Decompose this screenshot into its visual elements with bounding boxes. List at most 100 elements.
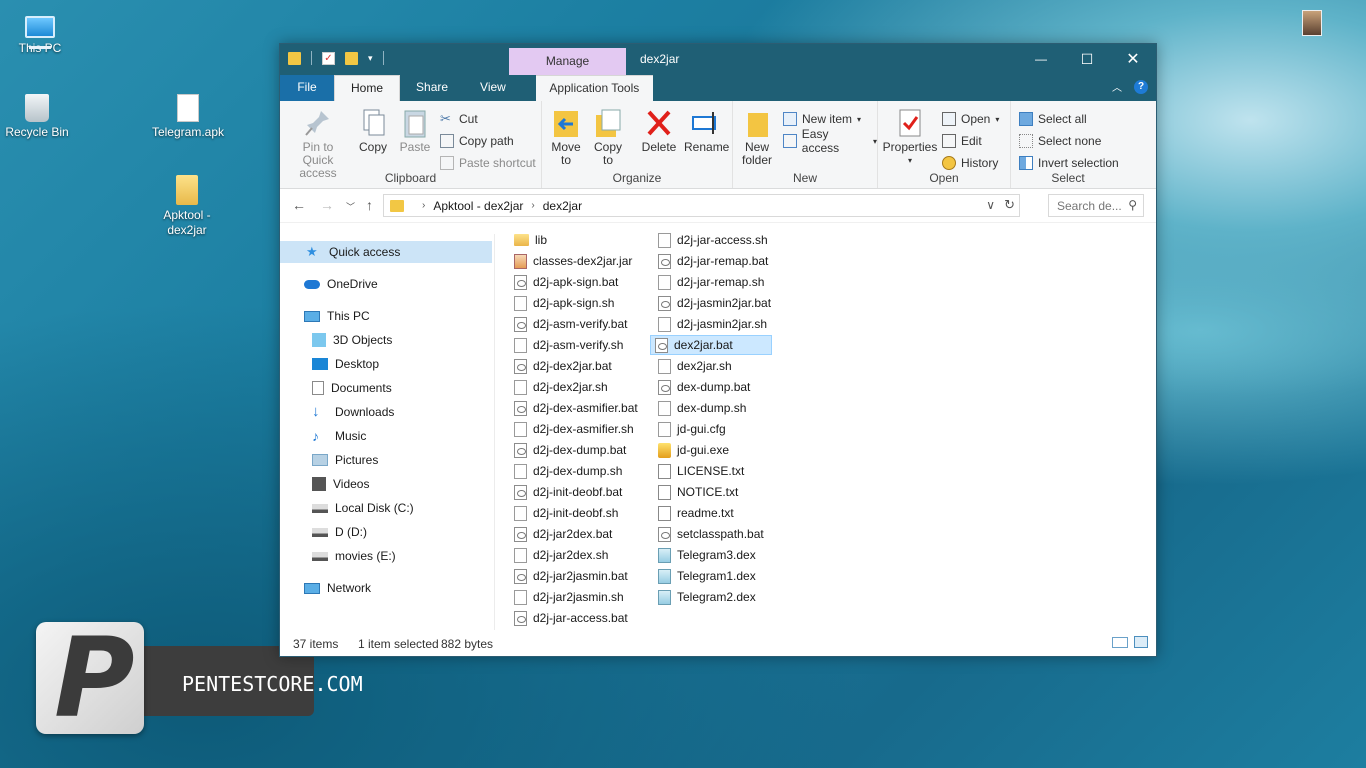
- tab-application-tools[interactable]: Application Tools: [535, 75, 653, 101]
- address-dropdown-icon[interactable]: ∨: [986, 198, 995, 212]
- invert-selection-button[interactable]: Invert selection: [1019, 153, 1119, 173]
- desktop-icon-apktool-folder[interactable]: Apktool - dex2jar: [147, 172, 227, 238]
- file-row[interactable]: Telegram1.dex: [654, 566, 756, 586]
- file-row[interactable]: dex-dump.bat: [654, 377, 750, 397]
- copy-button[interactable]: Copy: [356, 107, 390, 154]
- back-arrow-icon[interactable]: ←: [292, 197, 306, 213]
- new-folder-icon[interactable]: [345, 51, 358, 65]
- close-button[interactable]: ✕: [1110, 44, 1156, 75]
- file-row[interactable]: d2j-apk-sign.sh: [510, 293, 614, 313]
- file-row[interactable]: LICENSE.txt: [654, 461, 744, 481]
- file-row[interactable]: lib: [510, 230, 547, 250]
- forward-arrow-icon[interactable]: →: [320, 197, 334, 213]
- nav-item-videos[interactable]: Videos: [312, 473, 369, 495]
- file-row[interactable]: d2j-asm-verify.bat: [510, 314, 627, 334]
- rename-button[interactable]: Rename: [684, 107, 729, 154]
- cut-button[interactable]: ✂ Cut: [440, 109, 478, 129]
- file-row[interactable]: setclasspath.bat: [654, 524, 764, 544]
- file-row[interactable]: d2j-init-deobf.bat: [510, 482, 622, 502]
- delete-button[interactable]: Delete: [640, 107, 678, 154]
- desktop-icon-recycle-bin[interactable]: Recycle Bin: [0, 90, 77, 139]
- file-row[interactable]: dex2jar.bat: [650, 335, 772, 355]
- desktop-icon-telegram-apk[interactable]: Telegram.apk: [148, 90, 228, 139]
- file-row[interactable]: d2j-dex2jar.sh: [510, 377, 608, 397]
- file-row[interactable]: d2j-dex-dump.bat: [510, 440, 626, 460]
- address-bar[interactable]: › Apktool - dex2jar › dex2jar ∨ ↻: [383, 194, 1020, 217]
- minimize-button[interactable]: —: [1018, 44, 1064, 75]
- file-row[interactable]: d2j-dex-dump.sh: [510, 461, 622, 481]
- file-row[interactable]: d2j-jar2dex.bat: [510, 524, 612, 544]
- nav-item-3d-objects[interactable]: 3D Objects: [312, 329, 392, 351]
- file-row[interactable]: NOTICE.txt: [654, 482, 738, 502]
- nav-item-downloads[interactable]: ↓ Downloads: [312, 401, 394, 423]
- file-row[interactable]: d2j-dex2jar.bat: [510, 356, 612, 376]
- copy-to-button[interactable]: Copy to: [590, 107, 626, 167]
- breadcrumb-dex2jar[interactable]: dex2jar: [543, 199, 582, 213]
- file-row[interactable]: d2j-jasmin2jar.bat: [654, 293, 771, 313]
- nav-item-onedrive[interactable]: OneDrive: [304, 273, 378, 295]
- file-row[interactable]: d2j-jar-access.bat: [510, 608, 628, 628]
- paste-button[interactable]: Paste: [398, 107, 432, 154]
- copy-path-button[interactable]: Copy path: [440, 131, 514, 151]
- history-button[interactable]: History: [942, 153, 998, 173]
- nav-item-movies-e[interactable]: movies (E:): [312, 545, 396, 567]
- file-row[interactable]: d2j-jar2jasmin.sh: [510, 587, 624, 607]
- file-row[interactable]: d2j-dex-asmifier.sh: [510, 419, 634, 439]
- open-button[interactable]: Open ▾: [942, 109, 999, 129]
- folder-icon[interactable]: [288, 51, 301, 65]
- breadcrumb-separator-icon[interactable]: ›: [531, 200, 534, 211]
- nav-item-pictures[interactable]: Pictures: [312, 449, 378, 471]
- paste-shortcut-button[interactable]: Paste shortcut: [440, 153, 536, 173]
- chevron-up-icon[interactable]: ︿: [1112, 79, 1122, 94]
- tab-view[interactable]: View: [464, 75, 522, 101]
- nav-item-network[interactable]: Network: [304, 577, 371, 599]
- file-row[interactable]: d2j-jar-remap.sh: [654, 272, 764, 292]
- properties-button[interactable]: Properties ▾: [882, 107, 938, 167]
- file-row[interactable]: d2j-jar2jasmin.bat: [510, 566, 628, 586]
- select-none-button[interactable]: Select none: [1019, 131, 1101, 151]
- file-row[interactable]: d2j-init-deobf.sh: [510, 503, 618, 523]
- file-row[interactable]: d2j-jar2dex.sh: [510, 545, 608, 565]
- easy-access-button[interactable]: Easy access ▾: [783, 127, 877, 155]
- breadcrumb-apktool[interactable]: Apktool - dex2jar: [433, 199, 523, 213]
- file-row[interactable]: Telegram3.dex: [654, 545, 756, 565]
- maximize-button[interactable]: ☐: [1064, 44, 1110, 75]
- file-row[interactable]: dex-dump.sh: [654, 398, 746, 418]
- new-item-button[interactable]: New item ▾: [783, 109, 861, 129]
- nav-item-d-drive[interactable]: D (D:): [312, 521, 367, 543]
- tab-manage[interactable]: Manage: [509, 48, 626, 75]
- file-row[interactable]: readme.txt: [654, 503, 734, 523]
- select-all-button[interactable]: Select all: [1019, 109, 1087, 129]
- nav-item-local-disk-c[interactable]: Local Disk (C:): [312, 497, 414, 519]
- customize-qat-icon[interactable]: ▾: [368, 53, 373, 64]
- refresh-icon[interactable]: ↻: [1004, 197, 1015, 213]
- file-row[interactable]: dex2jar.sh: [654, 356, 732, 376]
- file-row[interactable]: d2j-dex-asmifier.bat: [510, 398, 638, 418]
- move-to-button[interactable]: Move to: [548, 107, 584, 167]
- nav-item-documents[interactable]: Documents: [312, 377, 392, 399]
- edit-button[interactable]: Edit: [942, 131, 982, 151]
- file-row[interactable]: jd-gui.exe: [654, 440, 729, 460]
- file-row[interactable]: d2j-jasmin2jar.sh: [654, 314, 767, 334]
- help-icon[interactable]: ?: [1134, 79, 1148, 94]
- properties-icon[interactable]: ✓: [322, 51, 335, 65]
- pin-quick-access-button[interactable]: Pin to Quick access: [286, 107, 350, 180]
- file-row[interactable]: d2j-apk-sign.bat: [510, 272, 618, 292]
- tab-file[interactable]: File: [280, 75, 334, 101]
- file-row[interactable]: classes-dex2jar.jar: [510, 251, 632, 271]
- nav-item-quick-access[interactable]: ★ Quick access: [280, 241, 492, 263]
- desktop-icon-this-pc[interactable]: This PC: [0, 8, 80, 55]
- file-row[interactable]: d2j-asm-verify.sh: [510, 335, 623, 355]
- file-row[interactable]: d2j-jar-access.sh: [654, 230, 768, 250]
- nav-item-music[interactable]: ♪ Music: [312, 425, 366, 447]
- recent-locations-chevron-icon[interactable]: ﹀: [346, 200, 355, 213]
- up-arrow-icon[interactable]: ↑: [366, 197, 373, 213]
- nav-item-this-pc[interactable]: This PC: [304, 305, 370, 327]
- breadcrumb-separator-icon[interactable]: ›: [422, 200, 425, 211]
- new-folder-button[interactable]: New folder: [739, 107, 775, 167]
- file-row[interactable]: jd-gui.cfg: [654, 419, 726, 439]
- search-input[interactable]: Search de... ⚲: [1048, 194, 1144, 217]
- large-icons-view-icon[interactable]: [1134, 636, 1148, 648]
- tab-home[interactable]: Home: [334, 75, 401, 101]
- file-row[interactable]: d2j-jar-remap.bat: [654, 251, 768, 271]
